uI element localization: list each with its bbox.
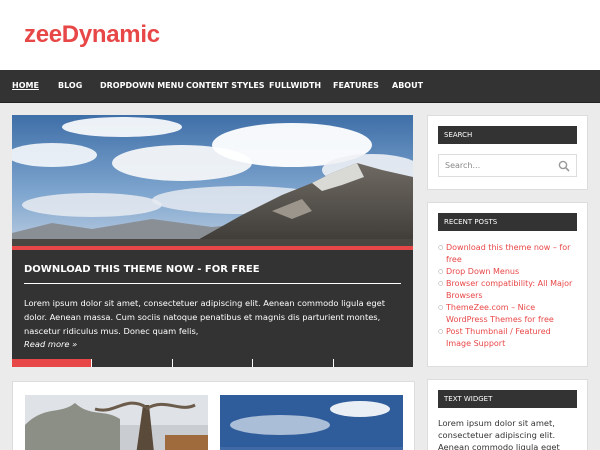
nav-item-dropdown-menu[interactable]: Dropdown Menu	[100, 81, 184, 90]
read-more-link[interactable]: Read more »	[24, 339, 77, 349]
slider-dot-1[interactable]	[12, 359, 93, 367]
site-header: zeeDynamic	[0, 0, 600, 70]
search-icon[interactable]	[558, 160, 570, 172]
search-input[interactable]	[439, 155, 551, 176]
sky-landscape-image	[220, 395, 403, 450]
recent-posts-list: Download this theme now – for free Drop …	[438, 242, 578, 350]
search-widget-title: Search	[438, 126, 577, 144]
nav-item-fullwidth[interactable]: Fullwidth	[269, 81, 321, 90]
post-thumbnail-1[interactable]	[25, 395, 208, 450]
nav-item-features[interactable]: Features	[333, 81, 379, 90]
recent-post-link[interactable]: Post Thumbnail / Featured Image Support	[438, 326, 578, 350]
winter-trees-image	[25, 395, 208, 450]
slider-dot-5[interactable]	[333, 359, 414, 367]
text-widget: Text Widget Lorem ipsum dolor sit amet, …	[427, 379, 588, 450]
slider-image[interactable]	[12, 115, 413, 246]
slider-dot-4[interactable]	[253, 359, 334, 367]
site-title[interactable]: zeeDynamic	[24, 21, 160, 49]
recent-posts-widget: Recent Posts Download this theme now – f…	[427, 202, 588, 367]
post-thumbnail-2[interactable]	[220, 395, 403, 450]
nav-item-content-styles[interactable]: Content Styles	[186, 81, 265, 90]
search-form	[438, 154, 577, 177]
featured-slider: Download this Theme now - for free Lorem…	[12, 115, 415, 371]
text-widget-body: Lorem ipsum dolor sit amet, consectetuer…	[438, 418, 560, 450]
slider-title[interactable]: Download this Theme now - for free	[24, 264, 401, 284]
main-navigation: Home Blog Dropdown Menu Content Styles F…	[0, 70, 600, 103]
text-widget-title: Text Widget	[438, 390, 577, 408]
slider-dot-2[interactable]	[92, 359, 173, 367]
recent-post-link[interactable]: Browser compatibility: All Major Browser…	[438, 278, 578, 302]
recent-post-link[interactable]: Drop Down Menus	[438, 266, 578, 278]
slider-dot-3[interactable]	[172, 359, 254, 367]
nav-item-home[interactable]: Home	[12, 81, 39, 90]
slider-pagination	[12, 359, 414, 367]
nav-item-blog[interactable]: Blog	[58, 81, 82, 90]
search-widget: Search	[427, 115, 588, 190]
post-grid	[12, 381, 415, 450]
recent-posts-title: Recent Posts	[438, 213, 577, 231]
recent-post-link[interactable]: ThemeZee.com – Nice WordPress Themes for…	[438, 302, 578, 326]
recent-post-link[interactable]: Download this theme now – for free	[438, 242, 578, 266]
slider-caption: Download this Theme now - for free Lorem…	[12, 246, 413, 364]
mountain-landscape-image	[12, 115, 413, 246]
nav-item-about[interactable]: About	[392, 81, 423, 90]
slider-excerpt: Lorem ipsum dolor sit amet, consectetuer…	[24, 298, 386, 336]
